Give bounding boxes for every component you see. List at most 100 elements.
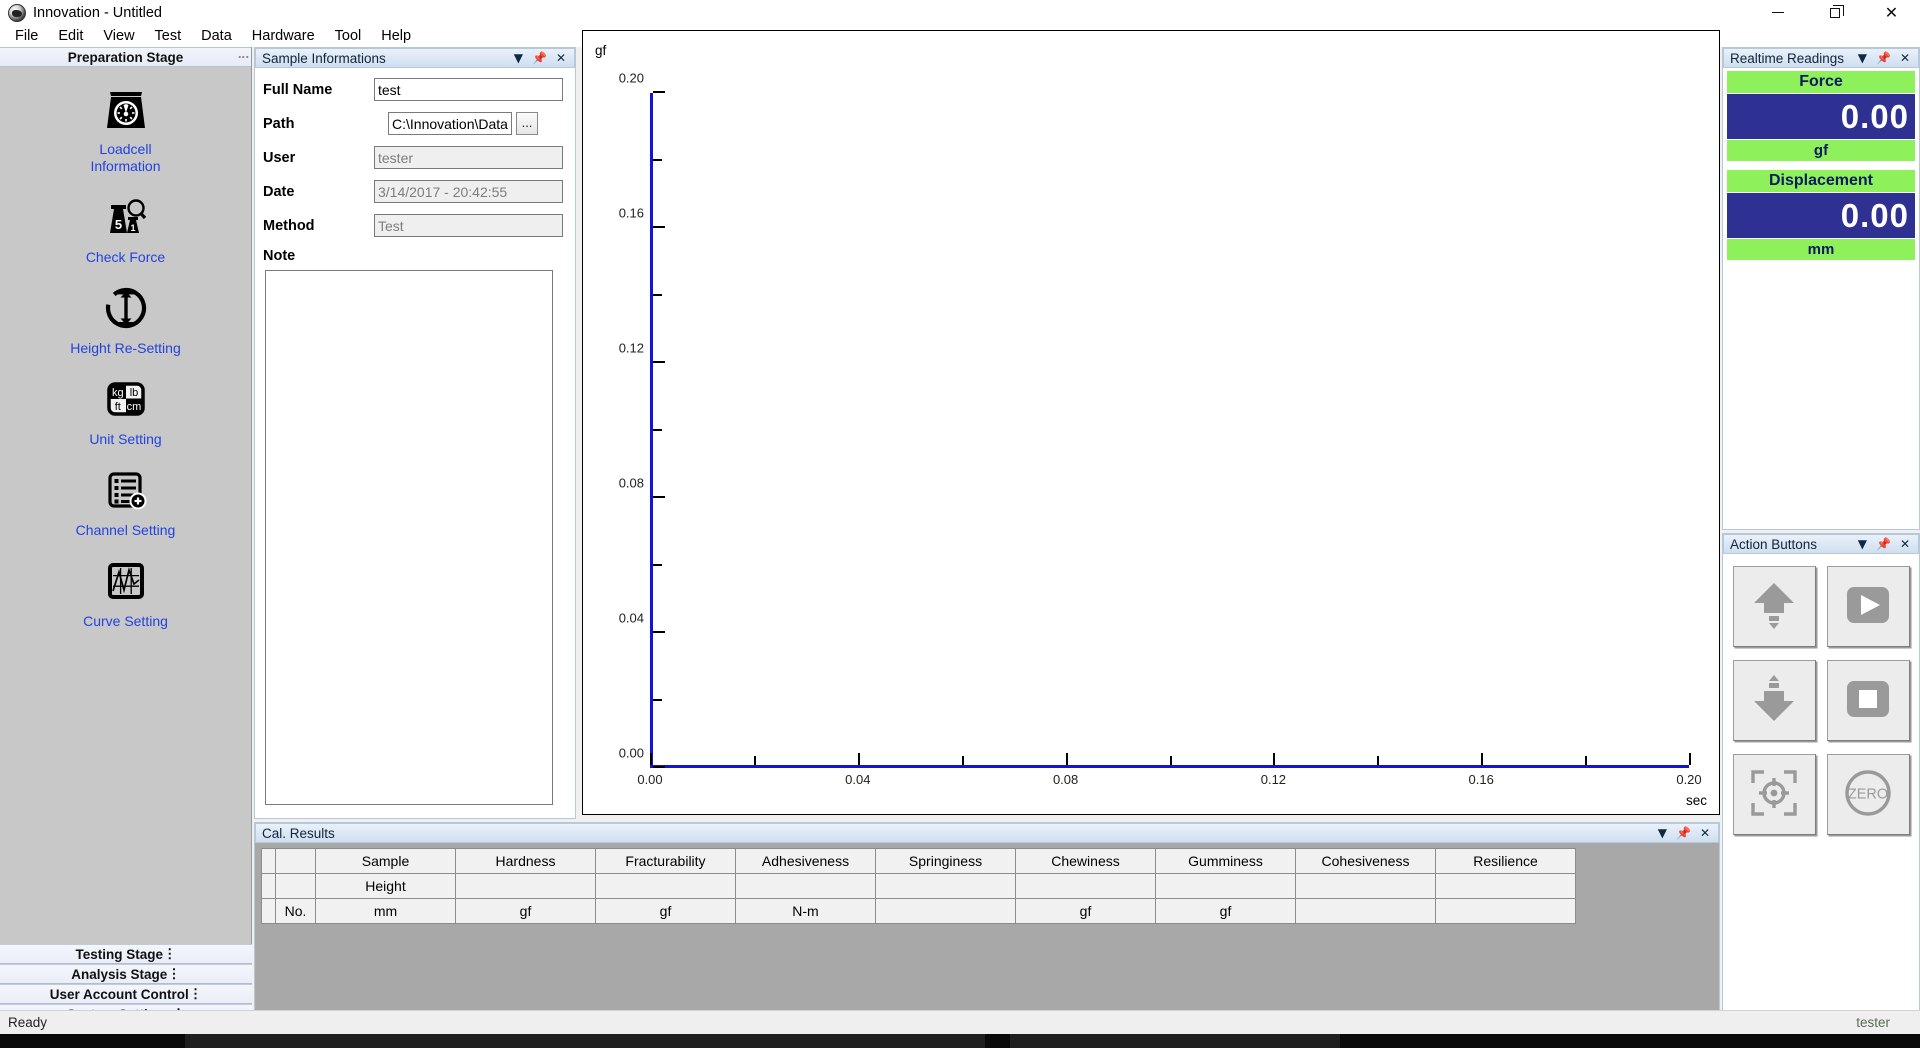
menu-file[interactable]: File bbox=[5, 26, 48, 46]
stage-button-label: Testing Stage bbox=[75, 947, 163, 962]
table-cell: gf bbox=[1016, 899, 1156, 924]
table-cell: gf bbox=[1156, 899, 1296, 924]
sidebar-item-label: Unit Setting bbox=[89, 431, 161, 448]
path-label: Path bbox=[263, 116, 388, 132]
menu-help[interactable]: Help bbox=[371, 26, 421, 46]
weights-magnifier-icon: 5 1 bbox=[98, 189, 154, 245]
close-icon[interactable]: ✕ bbox=[1900, 538, 1910, 550]
statusbar: Ready tester bbox=[0, 1010, 1920, 1034]
sidebar-item-loadcell-information[interactable]: Loadcell Information bbox=[0, 81, 251, 175]
chevron-down-icon[interactable]: ▼ bbox=[1858, 52, 1867, 64]
move-down-button[interactable] bbox=[1733, 660, 1816, 741]
close-icon[interactable]: ✕ bbox=[1700, 827, 1710, 839]
table-cell: gf bbox=[456, 899, 596, 924]
chart-y-minor-tick bbox=[653, 699, 662, 701]
note-textarea[interactable] bbox=[265, 270, 553, 805]
table-cell bbox=[876, 874, 1016, 899]
table-cell bbox=[1436, 874, 1576, 899]
stop-button[interactable] bbox=[1827, 660, 1910, 741]
svg-text:cm: cm bbox=[126, 401, 141, 413]
table-cell: Gumminess bbox=[1156, 849, 1296, 874]
chart-y-axis bbox=[650, 93, 653, 768]
date-input bbox=[374, 180, 563, 203]
chart-x-tick: 0.00 bbox=[650, 753, 652, 765]
cal-results-panel: Cal. Results ▼ 📌 ✕ SampleHardnessFractur… bbox=[254, 822, 1720, 1024]
table-cell: Chewiness bbox=[1016, 849, 1156, 874]
move-up-button[interactable] bbox=[1733, 566, 1816, 647]
drag-grip-icon[interactable]: ⋮ bbox=[167, 966, 181, 982]
close-button[interactable]: ✕ bbox=[1863, 0, 1920, 25]
preparation-stage-label: Preparation Stage bbox=[68, 50, 184, 65]
path-input[interactable] bbox=[388, 112, 512, 135]
chevron-down-icon[interactable]: ▼ bbox=[514, 52, 523, 64]
chart-x-minor-tick bbox=[1585, 756, 1587, 765]
chart-y-tick-label: 0.04 bbox=[619, 611, 644, 626]
minimize-icon bbox=[1772, 12, 1784, 13]
table-row: Height bbox=[262, 874, 1576, 899]
drag-grip-icon[interactable]: ⋮ bbox=[163, 946, 177, 962]
pin-icon[interactable]: 📌 bbox=[1876, 52, 1891, 64]
table-cell: Cohesiveness bbox=[1296, 849, 1436, 874]
close-icon[interactable]: ✕ bbox=[1900, 52, 1910, 64]
sidebar-item-channel-setting[interactable]: Channel Setting bbox=[0, 462, 251, 539]
drag-grip-icon[interactable]: ⋮ bbox=[189, 986, 203, 1002]
table-cell: Adhesiveness bbox=[736, 849, 876, 874]
maximize-button[interactable] bbox=[1806, 0, 1863, 25]
menu-edit[interactable]: Edit bbox=[48, 26, 93, 46]
full-name-input[interactable] bbox=[374, 78, 563, 101]
chart-y-tick-label: 0.16 bbox=[619, 206, 644, 221]
path-browse-button[interactable]: ... bbox=[516, 112, 538, 135]
field-row-date: Date bbox=[263, 180, 563, 203]
chart-plot-area[interactable]: 0.000.040.080.120.160.20 0.000.040.080.1… bbox=[650, 93, 1689, 768]
table-cell: Height bbox=[316, 874, 456, 899]
arrow-up-probe-icon bbox=[1746, 577, 1802, 637]
menu-data[interactable]: Data bbox=[191, 26, 242, 46]
calibrate-target-button[interactable] bbox=[1733, 754, 1816, 835]
pin-icon[interactable]: 📌 bbox=[532, 52, 547, 64]
chart-y-tick: 0.12 bbox=[653, 361, 665, 363]
sidebar-item-label: Channel Setting bbox=[76, 522, 176, 539]
menu-hardware[interactable]: Hardware bbox=[242, 26, 325, 46]
menu-view[interactable]: View bbox=[93, 26, 144, 46]
sample-informations-panel: Sample Informations ▼ 📌 ✕ Full Name Path… bbox=[254, 47, 576, 819]
svg-text:5: 5 bbox=[114, 217, 121, 232]
chart-x-tick: 0.08 bbox=[1066, 753, 1068, 765]
pin-icon[interactable]: 📌 bbox=[1876, 538, 1891, 550]
chart-x-tick-label: 0.04 bbox=[845, 772, 870, 787]
chart-x-tick: 0.16 bbox=[1481, 753, 1483, 765]
stage-button-user-account-control[interactable]: User Account Control ⋮ bbox=[0, 984, 252, 1004]
start-button[interactable] bbox=[1827, 566, 1910, 647]
force-label: Force bbox=[1727, 71, 1915, 93]
pin-icon[interactable]: 📌 bbox=[1676, 827, 1691, 839]
drag-grip-icon[interactable]: ⋮ bbox=[241, 52, 245, 63]
displacement-label: Displacement bbox=[1727, 170, 1915, 192]
chart-x-minor-tick bbox=[754, 756, 756, 765]
left-sidebar: Preparation Stage ⋮ bbox=[0, 47, 252, 1024]
sidebar-item-height-re-setting[interactable]: Height Re-Setting bbox=[0, 280, 251, 357]
table-cell: N-m bbox=[736, 899, 876, 924]
chart-y-tick: 0.00 bbox=[653, 766, 665, 768]
svg-text:ZERO: ZERO bbox=[1848, 786, 1888, 802]
minimize-button[interactable] bbox=[1749, 0, 1806, 25]
zero-button[interactable]: ZERO bbox=[1827, 754, 1910, 835]
sidebar-item-unit-setting[interactable]: kg lb ft cm Unit Setting bbox=[0, 371, 251, 448]
zero-circle-icon: ZERO bbox=[1839, 764, 1897, 826]
displacement-unit: mm bbox=[1727, 239, 1915, 260]
preparation-stage-header[interactable]: Preparation Stage ⋮ bbox=[0, 47, 251, 67]
menu-tool[interactable]: Tool bbox=[325, 26, 372, 46]
svg-text:lb: lb bbox=[129, 387, 138, 399]
table-cell bbox=[1296, 899, 1436, 924]
close-icon[interactable]: ✕ bbox=[556, 52, 566, 64]
menu-test[interactable]: Test bbox=[145, 26, 192, 46]
chart-y-tick: 0.20 bbox=[653, 91, 665, 93]
note-label: Note bbox=[263, 248, 563, 264]
chart-x-tick: 0.12 bbox=[1273, 753, 1275, 765]
sidebar-item-check-force[interactable]: 5 1 Check Force bbox=[0, 189, 251, 266]
chevron-down-icon[interactable]: ▼ bbox=[1658, 827, 1667, 839]
stage-button-analysis[interactable]: Analysis Stage ⋮ bbox=[0, 964, 252, 984]
sidebar-item-curve-setting[interactable]: Curve Setting bbox=[0, 553, 251, 630]
chart-x-axis bbox=[650, 765, 1689, 768]
stage-button-testing[interactable]: Testing Stage ⋮ bbox=[0, 944, 252, 964]
chevron-down-icon[interactable]: ▼ bbox=[1858, 538, 1867, 550]
target-crosshair-icon bbox=[1745, 764, 1803, 826]
